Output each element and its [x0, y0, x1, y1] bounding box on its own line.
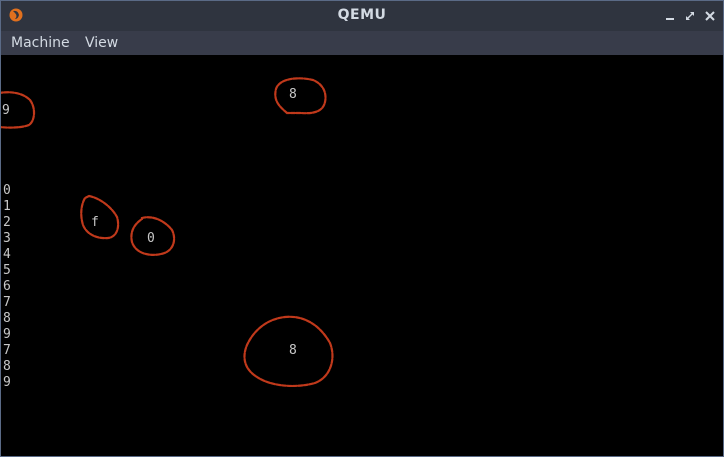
blob-outline-f: [80, 194, 120, 240]
blob-label-0: 0: [147, 231, 155, 246]
console-line: 6: [3, 279, 11, 294]
console-line: 3: [3, 231, 11, 246]
console-line: 0: [3, 183, 11, 198]
console-line: 1: [3, 199, 11, 214]
console-line: 9: [3, 375, 11, 390]
title-bar[interactable]: QEMU: [1, 1, 723, 32]
blob-label-f: f: [91, 215, 99, 230]
minimize-icon[interactable]: [663, 8, 677, 24]
console-line: 8: [3, 311, 11, 326]
close-icon[interactable]: [703, 8, 717, 24]
blob-label-8-bottom: 8: [289, 343, 297, 358]
qemu-window: QEMU Machine View 9 8 f 0 8 0 1 2 3 4 5 …: [0, 0, 724, 457]
console-line: 2: [3, 215, 11, 230]
console-line: 8: [3, 359, 11, 374]
console-line: 4: [3, 247, 11, 262]
blob-label-9: 9: [2, 103, 10, 118]
vm-display[interactable]: 9 8 f 0 8 0 1 2 3 4 5 6 7 8 9 7 8 9: [1, 55, 723, 456]
blob-outlines: [1, 77, 334, 388]
window-controls: [663, 8, 717, 24]
menu-view[interactable]: View: [85, 35, 118, 51]
blob-outline-8-top: [274, 77, 327, 115]
console-line: 5: [3, 263, 11, 278]
console-line: 9: [3, 327, 11, 342]
menu-machine[interactable]: Machine: [11, 35, 70, 51]
console-line: 7: [3, 343, 11, 358]
console-line: 7: [3, 295, 11, 310]
maximize-icon[interactable]: [683, 8, 697, 24]
blob-label-8-top: 8: [289, 87, 297, 102]
menu-bar: Machine View: [1, 31, 723, 55]
console-digit-column: 0 1 2 3 4 5 6 7 8 9 7 8 9: [3, 183, 11, 391]
window-title: QEMU: [337, 7, 387, 23]
